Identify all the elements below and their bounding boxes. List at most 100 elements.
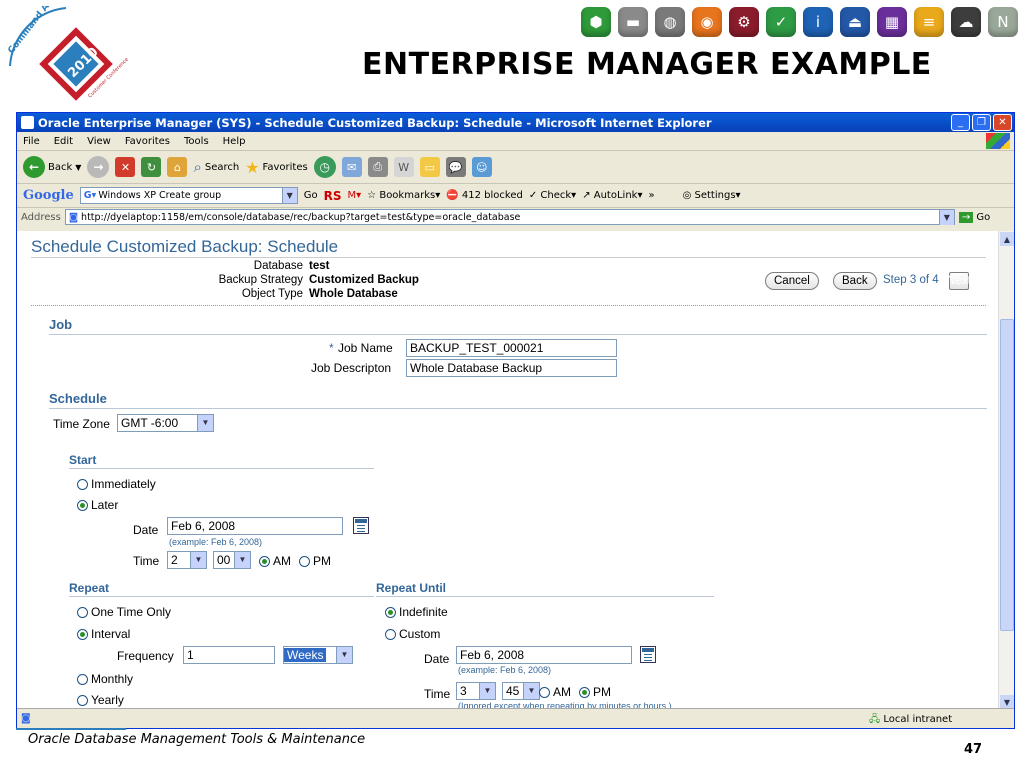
minimize-button[interactable]: _ [951,114,970,131]
address-dropdown-icon[interactable]: ▼ [938,210,954,225]
job-desc-input[interactable]: Whole Database Backup [406,359,617,377]
blocked-count: 412 blocked [461,190,523,201]
folder-button[interactable]: ▭ [419,157,440,177]
hour-value: 2 [171,553,178,567]
frequency-unit-select[interactable]: Weeks ▼ [283,646,353,664]
repeat-yearly-radio[interactable]: Yearly [77,693,124,707]
start-hour-select[interactable]: 2 ▼ [167,551,207,569]
search-button[interactable]: ⌕ Search [193,158,239,176]
chevron-down-icon: ▼ [479,683,495,699]
rs-button[interactable]: RS [324,189,342,203]
page-status-icon: ◙ [21,713,31,724]
radio-label: Interval [91,627,131,641]
start-calendar-icon[interactable] [353,517,369,534]
window-titlebar[interactable]: Oracle Enterprise Manager (SYS) - Schedu… [17,113,1014,132]
until-minute-select[interactable]: 45 ▼ [502,682,540,700]
messenger-button[interactable]: ☺ [471,157,492,177]
back-arrow-icon: ← [23,156,45,178]
radio-icon [77,499,88,511]
edit-button[interactable]: W [393,157,414,177]
home-button[interactable]: ⌂ [167,157,188,177]
chevron-down-icon: ▼ [190,552,206,568]
settings-button[interactable]: ◎ Settings▾ [683,190,741,201]
job-name-input[interactable]: BACKUP_TEST_000021 [406,339,617,357]
start-immediately-radio[interactable]: Immediately [77,477,156,491]
radio-label: Custom [399,627,441,641]
repeat-interval-radio[interactable]: Interval [77,627,130,641]
until-am-radio[interactable]: AM [539,685,571,699]
until-calendar-icon[interactable] [640,646,656,663]
back-page-button[interactable]: Back [833,272,877,290]
close-button[interactable]: ✕ [993,114,1012,131]
menu-edit[interactable]: Edit [54,136,73,147]
start-rule [69,468,374,469]
forward-button[interactable]: → [87,156,110,178]
next-button[interactable]: Next [947,272,971,290]
back-button[interactable]: ← Back ▼ [23,156,81,178]
favorites-button[interactable]: ★ Favorites [245,158,308,177]
refresh-button[interactable]: ↻ [141,157,162,177]
timezone-select[interactable]: GMT -6:00 ▼ [117,414,214,432]
until-date-hint: (example: Feb 6, 2008) [458,665,552,675]
history-button[interactable]: ◷ [313,156,336,178]
spellcheck-button[interactable]: ✓ Check▾ [529,190,576,201]
start-date-label: Date [133,523,159,537]
start-am-radio[interactable]: AM [259,554,291,568]
start-pm-radio[interactable]: PM [299,554,331,568]
scroll-down-icon[interactable]: ▼ [1000,695,1014,709]
query-dropdown-icon[interactable]: ▼ [281,188,297,203]
mail-button[interactable]: ✉ [341,157,362,177]
menu-favorites[interactable]: Favorites [125,136,170,147]
info-database: Database test [193,260,330,272]
start-later-radio[interactable]: Later [77,498,118,512]
google-search-input[interactable]: G▾ Windows XP Create group ▼ [79,187,298,204]
until-time-label: Time [424,687,451,701]
radio-icon [579,686,590,698]
start-date-hint: (example: Feb 6, 2008) [169,537,263,547]
until-custom-radio[interactable]: Custom [385,627,440,641]
bottle-icon: ⬢ [581,7,611,37]
schedule-section-title: Schedule [49,391,107,406]
radio-label: AM [553,685,571,699]
repeat-title: Repeat [69,581,110,595]
chevron-down-icon: ▼ [336,647,352,663]
until-pm-radio[interactable]: PM [579,685,611,699]
scroll-up-icon[interactable]: ▲ [1000,232,1014,246]
address-input[interactable]: ◙ http://dyelaptop:1158/em/console/datab… [64,209,955,225]
cancel-button[interactable]: Cancel [765,272,819,290]
address-go-button[interactable]: → Go [958,211,990,223]
vertical-scrollbar[interactable]: ▲ ▼ [998,231,1014,710]
menu-view[interactable]: View [87,136,111,147]
until-hour-select[interactable]: 3 ▼ [456,682,496,700]
repeat-until-rule [376,596,714,597]
repeat-monthly-radio[interactable]: Monthly [77,672,133,686]
scroll-thumb[interactable] [1000,319,1014,631]
popup-blocker[interactable]: ⛔ 412 blocked [446,190,523,201]
chevron-down-icon: ▼ [197,415,213,431]
repeat-one-time-radio[interactable]: One Time Only [77,605,171,619]
autolink-button[interactable]: ↗ AutoLink▾ [582,190,642,201]
until-indefinite-radio[interactable]: Indefinite [385,605,448,619]
back-dropdown-icon[interactable]: ▼ [75,163,81,172]
frequency-input[interactable]: 1 [183,646,275,664]
menu-help[interactable]: Help [223,136,246,147]
stop-button[interactable]: ✕ [115,157,136,177]
google-go-button[interactable]: Go [304,190,318,201]
start-date-input[interactable]: Feb 6, 2008 [167,517,343,535]
until-date-input[interactable]: Feb 6, 2008 [456,646,632,664]
print-button[interactable]: ⎙ [367,157,388,177]
start-time-label: Time [133,554,160,568]
restore-button[interactable]: ❐ [972,114,991,131]
radio-label: PM [313,554,331,568]
bookmarks-button[interactable]: ☆ Bookmarks▾ [367,190,440,201]
check-icon: ✓ [766,7,796,37]
radio-icon [385,628,396,640]
menu-tools[interactable]: Tools [184,136,209,147]
frequency-unit-value: Weeks [284,648,327,662]
start-minute-select[interactable]: 00 ▼ [213,551,251,569]
more-button[interactable]: » [648,190,654,201]
discuss-button[interactable]: 💬 [445,157,466,177]
menu-file[interactable]: File [23,136,40,147]
mail-toolbar-icon[interactable]: M▾ [348,190,362,201]
radio-label: Immediately [91,477,156,491]
